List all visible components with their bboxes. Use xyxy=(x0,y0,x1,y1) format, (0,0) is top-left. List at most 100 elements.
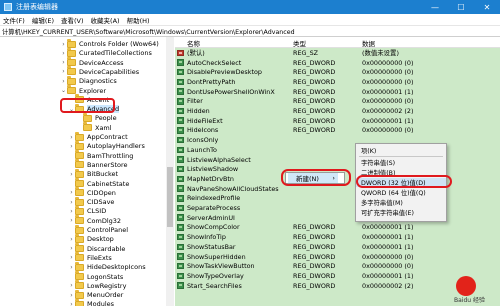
value-row[interactable]: ShowInfoTip REG_DWORD 0x00000001 (1) xyxy=(175,232,500,242)
chevron-right-icon[interactable]: › xyxy=(68,292,75,299)
close-button[interactable]: ✕ xyxy=(474,0,500,14)
binary-value-icon xyxy=(177,195,184,202)
highlight-oval-new xyxy=(281,169,351,186)
value-row[interactable]: ServerAdminUI xyxy=(175,213,500,223)
tree-item-label: CuratedTileCollections xyxy=(79,49,152,58)
binary-value-icon xyxy=(177,136,184,144)
watermark: Baidu 经验 xyxy=(454,276,494,304)
value-row[interactable]: DisablePreviewDesktop REG_DWORD 0x00000000… xyxy=(175,67,500,77)
value-type: REG_DWORD xyxy=(293,126,336,135)
submenu-key[interactable]: 项(K) xyxy=(356,146,446,155)
value-name: ShowTaskViewButton xyxy=(187,262,255,271)
submenu-qword-value[interactable]: QWORD (64 位)值(Q) xyxy=(356,188,446,197)
chevron-down-icon[interactable]: ⌄ xyxy=(60,87,67,94)
value-row[interactable]: ShowSuperHidden REG_DWORD 0x00000000 (0) xyxy=(175,252,500,262)
value-row[interactable]: IconsOnly xyxy=(175,135,500,145)
chevron-right-icon[interactable]: › xyxy=(68,236,75,243)
folder-icon xyxy=(75,140,84,150)
submenu-separator xyxy=(359,156,443,157)
minimize-button[interactable]: — xyxy=(422,0,448,14)
menu-file[interactable]: 文件(F) xyxy=(3,15,25,25)
column-name[interactable]: 名称 xyxy=(187,37,200,48)
address-bar[interactable]: 计算机\HKEY_CURRENT_USER\Software\Microsoft… xyxy=(0,26,500,37)
chevron-right-icon[interactable]: › xyxy=(68,217,75,224)
chevron-right-icon[interactable]: › xyxy=(68,199,75,206)
key-tree: › Controls Folder (Wow64) › CuratedTileColl… xyxy=(0,37,174,306)
value-row[interactable]: ShowCompColor REG_DWORD 0x00000001 (1) xyxy=(175,223,500,233)
menu-favorites[interactable]: 收藏夹(A) xyxy=(91,15,120,25)
value-row[interactable]: ReindexedProfile xyxy=(175,194,500,204)
folder-icon xyxy=(67,85,76,94)
value-row[interactable]: ShowTypeOverlay REG_DWORD 0x00000001 (1) xyxy=(175,271,500,281)
menu-edit[interactable]: 编辑(E) xyxy=(32,15,54,25)
value-name: IconsOnly xyxy=(187,136,219,145)
binary-value-icon xyxy=(177,88,184,95)
value-name: HideFileExt xyxy=(187,116,223,125)
chevron-right-icon[interactable]: › xyxy=(60,50,67,57)
tree-item-label: AppContract xyxy=(87,133,128,141)
tree-scrollbar-thumb[interactable] xyxy=(167,167,173,227)
value-name: LaunchTo xyxy=(187,145,217,154)
value-row[interactable]: AutoCheckSelect REG_DWORD 0x00000000 (0) xyxy=(175,58,500,68)
value-name: DontUsePowerShellOnWinX xyxy=(187,87,275,96)
tree-item-label: HideDesktopIcons xyxy=(87,263,146,272)
chevron-right-icon[interactable]: › xyxy=(68,208,75,215)
chevron-right-icon[interactable]: › xyxy=(68,254,75,261)
value-row[interactable]: Filter REG_DWORD 0x00000000 (0) xyxy=(175,97,500,107)
chevron-right-icon[interactable]: › xyxy=(68,245,75,252)
value-row[interactable]: DontUsePowerShellOnWinX REG_DWORD 0x000000… xyxy=(175,87,500,97)
menu-bar: 文件(F) 编辑(E) 查看(V) 收藏夹(A) 帮助(H) xyxy=(0,14,500,26)
value-row[interactable]: DontPrettyPath REG_DWORD 0x00000000 (0) xyxy=(175,77,500,87)
submenu-multi-string-value[interactable]: 多字符串值(M) xyxy=(356,198,446,207)
folder-icon xyxy=(75,243,84,253)
folder-icon xyxy=(75,178,84,187)
watermark-text: Baidu 经验 xyxy=(454,297,485,304)
folder-icon xyxy=(67,47,76,57)
chevron-right-icon[interactable]: › xyxy=(60,59,67,66)
value-row[interactable]: SeparateProcess xyxy=(175,203,500,213)
value-row[interactable]: Start_SearchFiles REG_DWORD 0x00000002 (2) xyxy=(175,281,500,291)
value-row[interactable]: LaunchTo xyxy=(175,145,500,155)
value-name: DisablePreviewDesktop xyxy=(187,68,262,77)
chevron-right-icon[interactable]: › xyxy=(68,134,75,141)
chevron-right-icon[interactable]: › xyxy=(68,143,75,150)
highlight-box-advanced xyxy=(60,98,115,113)
value-name: ListviewShadow xyxy=(187,165,239,174)
chevron-right-icon[interactable]: › xyxy=(60,68,67,75)
chevron-right-icon[interactable]: › xyxy=(68,282,75,289)
tree-item-label: Desktop xyxy=(87,235,114,244)
folder-icon xyxy=(75,215,84,225)
value-name: Filter xyxy=(187,97,203,106)
value-row[interactable]: ShowStatusBar REG_DWORD 0x00000001 (1) xyxy=(175,242,500,252)
chevron-right-icon[interactable]: › xyxy=(68,264,75,271)
value-row[interactable]: ShowTaskViewButton REG_DWORD 0x00000000 (0… xyxy=(175,261,500,271)
value-data: 0x00000002 (2) xyxy=(362,281,414,290)
value-type: REG_DWORD xyxy=(293,107,336,116)
tree-item-label: Explorer xyxy=(79,86,107,95)
column-data[interactable]: 数据 xyxy=(362,37,375,48)
maximize-button[interactable]: ☐ xyxy=(448,0,474,14)
chevron-right-icon[interactable]: › xyxy=(68,189,75,196)
value-row[interactable]: Hidden REG_DWORD 0x00000002 (2) xyxy=(175,106,500,116)
menu-view[interactable]: 查看(V) xyxy=(61,15,84,25)
value-name: ShowInfoTip xyxy=(187,233,226,242)
tree-item-label: FileExts xyxy=(87,253,112,262)
tree-item-label: MenuOrder xyxy=(87,291,124,300)
tree-item[interactable]: › Modules xyxy=(68,298,114,306)
submenu-string-value[interactable]: 字符串值(S) xyxy=(356,158,446,167)
value-row[interactable]: (默认) REG_SZ (数值未设置) xyxy=(175,48,500,58)
binary-value-icon xyxy=(177,68,184,76)
value-name: ShowCompColor xyxy=(187,223,240,232)
menu-help[interactable]: 帮助(H) xyxy=(127,15,150,25)
chevron-right-icon[interactable]: › xyxy=(68,301,75,306)
column-type[interactable]: 类型 xyxy=(293,37,306,48)
submenu-expandable-string-value[interactable]: 可扩充字符串值(E) xyxy=(356,208,446,217)
value-row[interactable]: HideFileExt REG_DWORD 0x00000001 (1) xyxy=(175,116,500,126)
tree-scrollbar[interactable] xyxy=(166,37,174,306)
value-row[interactable]: HideIcons REG_DWORD 0x00000000 (0) xyxy=(175,126,500,136)
binary-value-icon xyxy=(177,224,184,231)
chevron-right-icon[interactable]: › xyxy=(60,78,67,85)
chevron-right-icon[interactable]: › xyxy=(68,171,75,178)
chevron-right-icon[interactable]: › xyxy=(60,41,67,48)
value-row[interactable]: ListviewAlphaSelect xyxy=(175,155,500,165)
